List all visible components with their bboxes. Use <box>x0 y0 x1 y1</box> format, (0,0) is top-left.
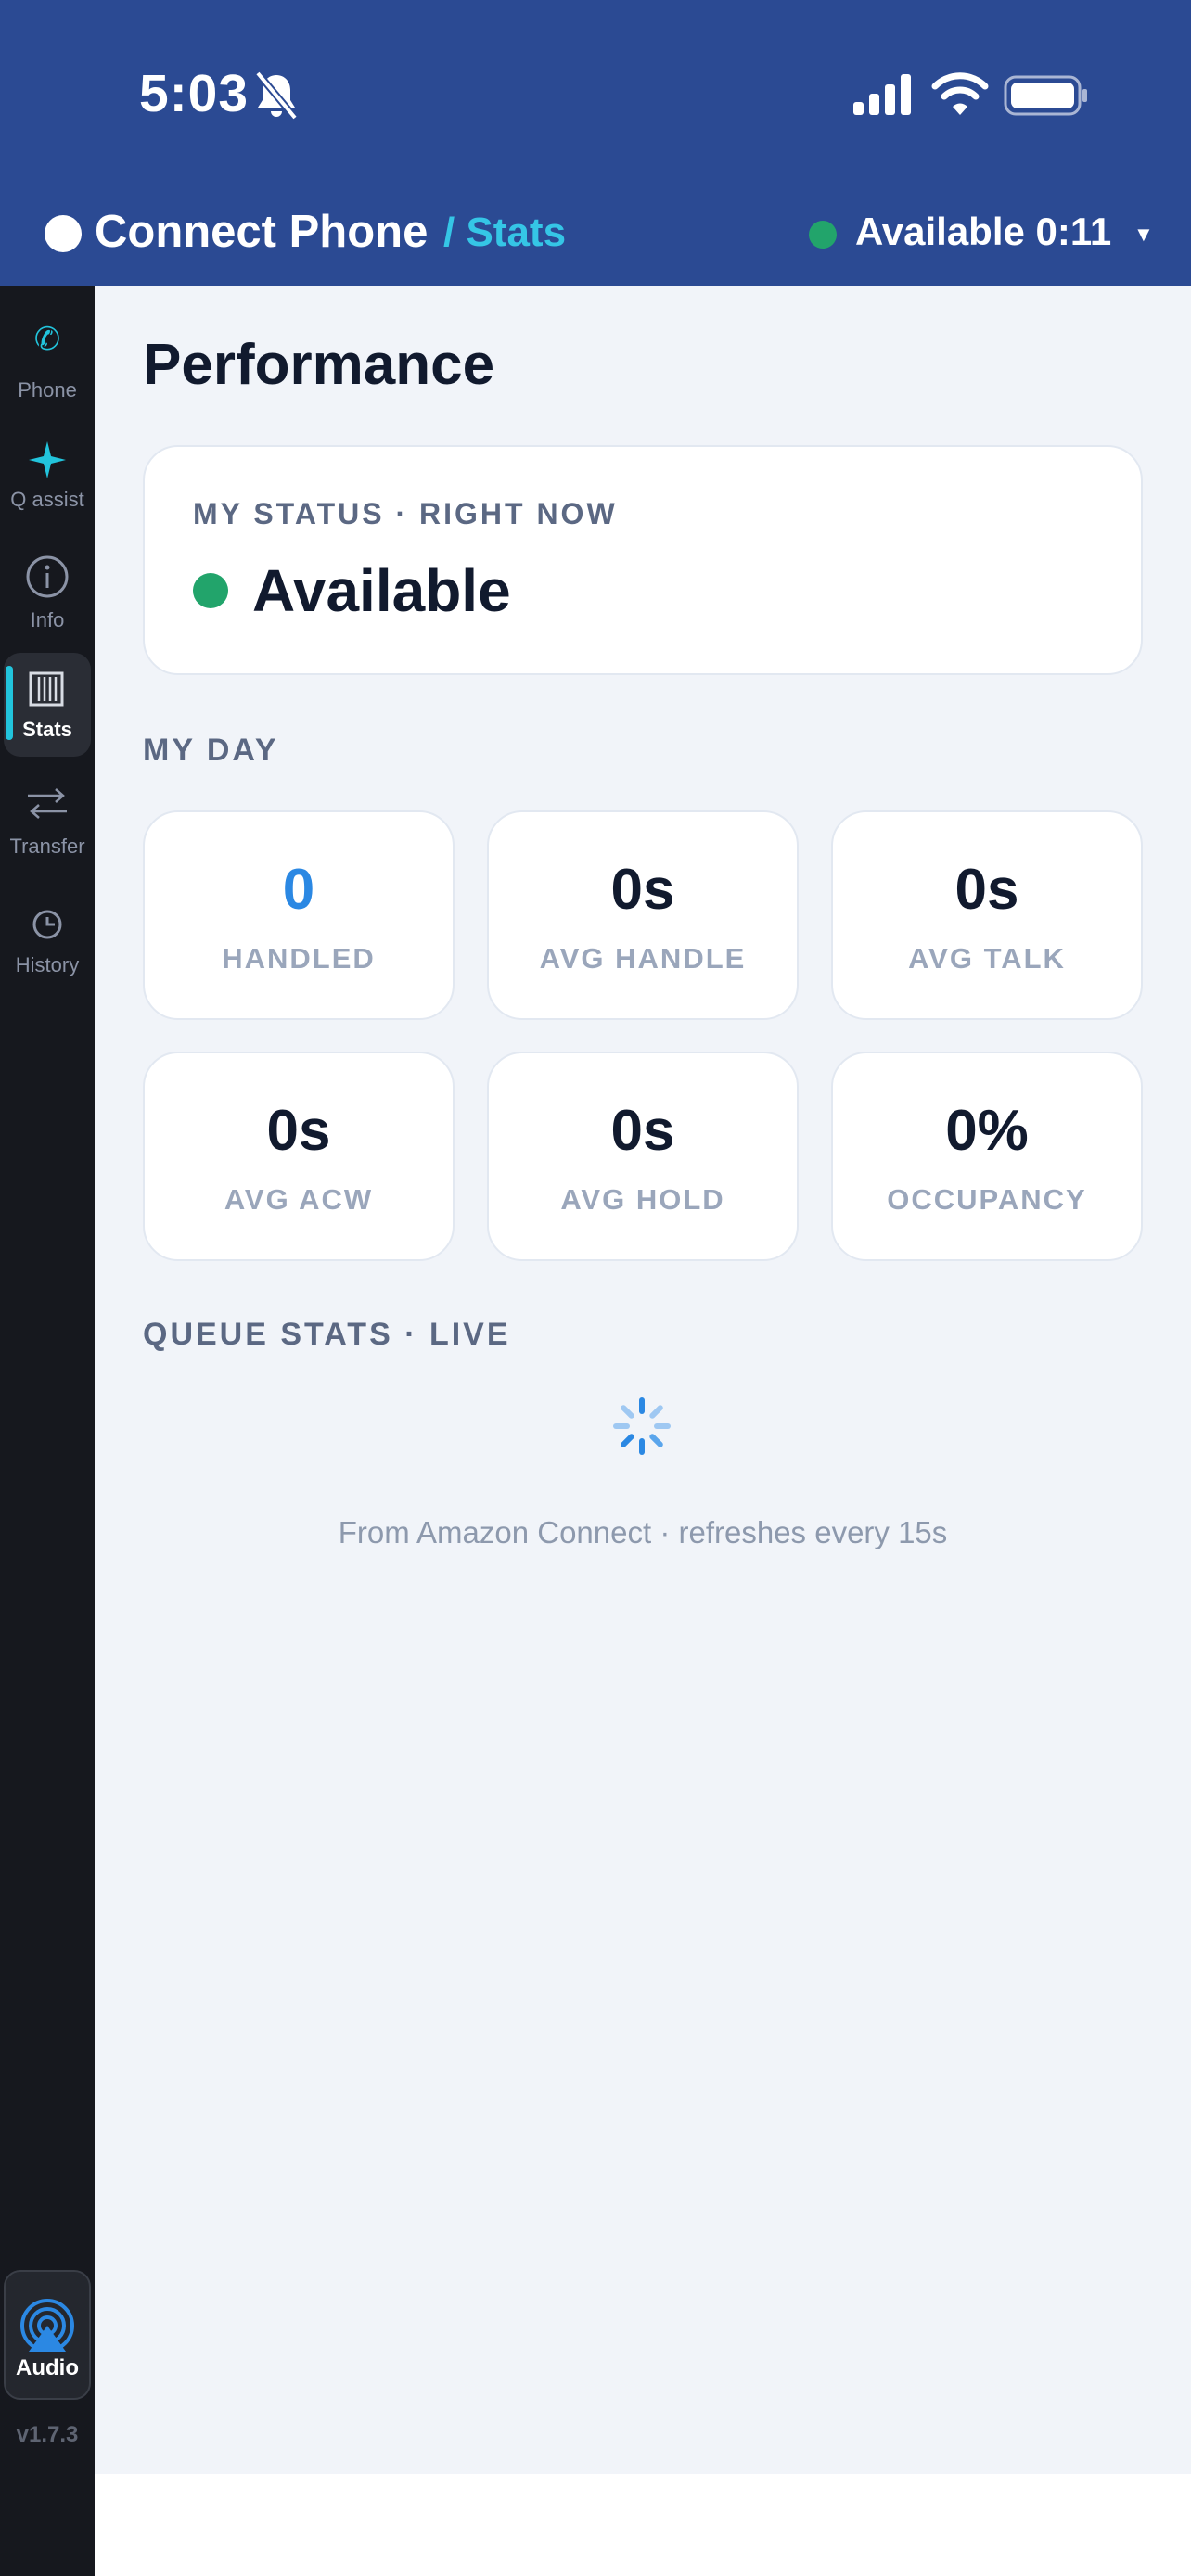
stat-card-avg-hold: 0s AVG HOLD <box>487 1052 799 1261</box>
stats-bars-icon <box>29 671 64 707</box>
stat-label: AVG TALK <box>908 942 1066 975</box>
audio-label: Audio <box>16 2355 79 2380</box>
agent-status-dropdown[interactable]: Available 0:11 <box>855 210 1111 254</box>
my-status-value: Available <box>252 557 511 624</box>
sidebar-item-phone[interactable]: ✆ Phone <box>0 321 95 423</box>
app-title: Connect Phone <box>95 207 429 257</box>
stat-value: 0% <box>945 1099 1029 1163</box>
bell-slash-icon <box>254 70 299 121</box>
sidebar-item-q-assist[interactable]: Q assist <box>0 432 95 534</box>
my-status-label: MY STATUS · RIGHT NOW <box>193 497 618 530</box>
top-bar: 5:03 Connect Phone / Stats Available 0:1… <box>0 0 1191 286</box>
sidebar-item-label: Info <box>30 608 65 631</box>
my-day-heading: MY DAY <box>143 733 279 768</box>
chevron-down-icon[interactable]: ▼ <box>1133 223 1154 247</box>
ios-status-bar: 5:03 <box>0 0 1191 185</box>
sidebar-item-label: History <box>15 953 80 976</box>
stat-value: 0 <box>282 858 315 922</box>
cellular-signal-icon <box>853 74 911 115</box>
stat-label: AVG HOLD <box>560 1183 725 1216</box>
sidebar-item-label: Transfer <box>9 835 85 858</box>
stat-value: 0s <box>954 858 1019 922</box>
info-icon <box>26 555 69 598</box>
wifi-icon <box>931 72 989 115</box>
stat-card-avg-acw: 0s AVG ACW <box>143 1052 455 1261</box>
battery-icon <box>1004 75 1087 116</box>
clock-icon <box>32 910 62 939</box>
stat-card-avg-handle: 0s AVG HANDLE <box>487 810 799 1020</box>
app-version: v1.7.3 <box>16 2422 79 2447</box>
status-indicator-dot <box>193 573 228 608</box>
stat-label: HANDLED <box>222 942 376 975</box>
breadcrumb-section[interactable]: / Stats <box>443 210 566 256</box>
stat-label: OCCUPANCY <box>887 1183 1087 1216</box>
queue-stats-heading: QUEUE STATS · LIVE <box>143 1317 511 1352</box>
sidebar-item-label: Phone <box>18 378 77 402</box>
stat-value: 0s <box>266 1099 331 1163</box>
audio-broadcast-icon <box>20 2299 74 2352</box>
status-time: 5:03 <box>139 64 250 123</box>
stat-card-handled: 0 HANDLED <box>143 810 455 1020</box>
sparkle-icon <box>29 441 66 478</box>
stat-card-occupancy: 0% OCCUPANCY <box>831 1052 1143 1261</box>
page-title: Performance <box>143 333 495 397</box>
app-root: 5:03 Connect Phone / Stats Available 0:1… <box>0 0 1191 2576</box>
sidebar-item-label: Stats <box>22 718 72 741</box>
agent-status-indicator[interactable] <box>809 221 837 249</box>
data-source-note: From Amazon Connect · refreshes every 15… <box>338 1515 948 1549</box>
sidebar-item-history[interactable]: History <box>0 905 95 1007</box>
sidebar-item-label: Q assist <box>10 488 84 511</box>
app-logo-dot <box>45 215 82 252</box>
sidebar-item-stats[interactable]: Stats <box>0 662 95 764</box>
transfer-arrows-icon <box>28 788 67 819</box>
sidebar-item-info[interactable]: Info <box>0 551 95 653</box>
stat-card-avg-talk: 0s AVG TALK <box>831 810 1143 1020</box>
phone-icon: ✆ <box>33 322 61 357</box>
sidebar-item-transfer[interactable]: Transfer <box>0 783 95 885</box>
loading-spinner-icon <box>613 1397 671 1455</box>
stat-label: AVG ACW <box>224 1183 374 1216</box>
stat-value: 0s <box>610 1099 675 1163</box>
stat-value: 0s <box>610 858 675 922</box>
stat-label: AVG HANDLE <box>539 942 747 975</box>
